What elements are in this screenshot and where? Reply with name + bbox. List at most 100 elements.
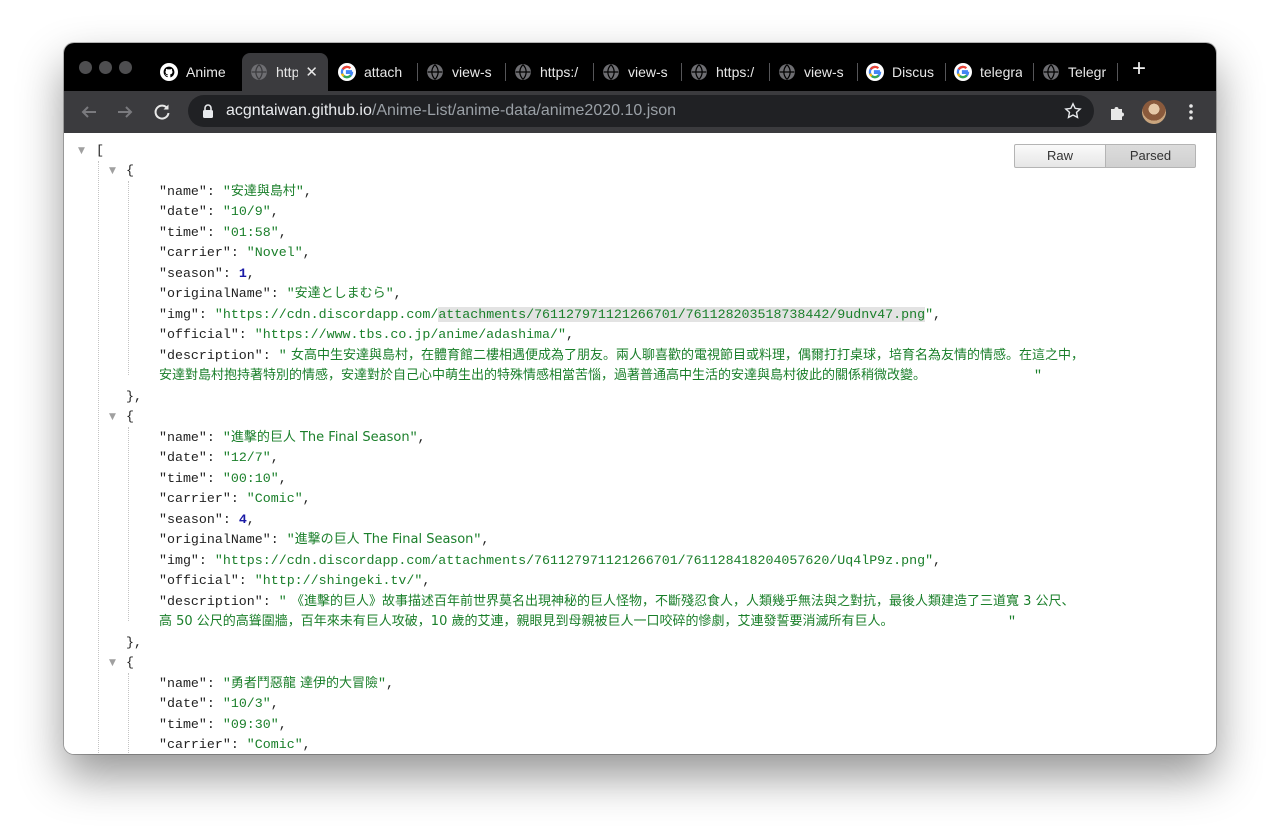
json-value[interactable]: https://cdn.discordapp.com/attachments/7…	[223, 553, 925, 568]
json-key: "name"	[159, 184, 207, 199]
address-bar[interactable]: acgntaiwan.github.io/Anime-List/anime-da…	[188, 95, 1094, 127]
globe-icon	[251, 64, 267, 80]
google-icon	[866, 63, 884, 81]
toolbar: acgntaiwan.github.io/Anime-List/anime-da…	[64, 91, 1216, 133]
tab-5[interactable]: https:/	[506, 53, 594, 91]
json-row: "date": "12/7",	[159, 450, 279, 465]
reload-icon[interactable]	[149, 99, 175, 125]
tab-separator	[1117, 63, 1118, 81]
back-icon[interactable]	[76, 99, 102, 125]
collapse-toggle-icon[interactable]: ▼	[109, 653, 116, 673]
json-key: "time"	[159, 471, 207, 486]
tab-9[interactable]: Discus	[858, 53, 946, 91]
raw-button[interactable]: Raw	[1014, 144, 1106, 168]
globe-icon	[427, 64, 443, 80]
tab-2-active[interactable]: http ✕	[242, 53, 328, 91]
zoom-window-button[interactable]	[119, 61, 132, 74]
json-row: "img": "https://cdn.discordapp.com/attac…	[159, 307, 942, 322]
json-value: 安達としまむら	[294, 286, 386, 301]
tab-1[interactable]: Anime	[152, 53, 240, 91]
json-value: 00:10	[230, 471, 271, 486]
object-open: {	[126, 163, 134, 178]
url-path: /Anime-List/anime-data/anime2020.10.json	[371, 102, 677, 119]
json-value: 安達與島村	[230, 184, 296, 199]
tab-8[interactable]: view-s	[770, 53, 858, 91]
json-value: 12/7	[230, 450, 263, 465]
json-row: "season": 1,	[159, 266, 255, 281]
lock-icon[interactable]	[202, 104, 214, 118]
json-row: "time": "09:30",	[159, 717, 287, 732]
tab-7[interactable]: https:/	[682, 53, 770, 91]
json-row: "description": "	[159, 594, 287, 609]
highlighted-selection[interactable]: attachments/761127971121266701/761128203…	[438, 307, 926, 322]
json-value: 10/9	[230, 204, 263, 219]
json-value: 01:58	[230, 225, 271, 240]
json-value: 進撃の巨人 The Final Season	[294, 532, 474, 547]
json-key: "description"	[159, 348, 263, 363]
json-value: 進擊的巨人 The Final Season	[230, 430, 410, 445]
json-value: 10/3	[230, 696, 263, 711]
json-row: "originalName": "安達としまむら",	[159, 286, 402, 301]
json-value: Comic	[254, 737, 295, 752]
new-tab-button[interactable]: +	[1132, 57, 1146, 81]
collapse-toggle-icon[interactable]: ▼	[78, 141, 85, 161]
object-open: {	[126, 655, 134, 670]
collapse-toggle-icon[interactable]: ▼	[109, 407, 116, 427]
tab-title: Telegr	[1068, 64, 1107, 80]
json-row: "carrier": "Comic",	[159, 737, 311, 752]
globe-icon	[1043, 64, 1059, 80]
github-icon	[160, 63, 178, 81]
tab-4[interactable]: view-s	[418, 53, 506, 91]
bookmark-star-icon[interactable]	[1064, 102, 1082, 120]
json-row: "carrier": "Comic",	[159, 491, 311, 506]
avatar[interactable]	[1142, 100, 1166, 124]
json-row: "name": "進擊的巨人 The Final Season",	[159, 430, 426, 445]
parsed-button[interactable]: Parsed	[1106, 144, 1196, 168]
json-key: "carrier"	[159, 491, 231, 506]
globe-icon	[779, 64, 795, 80]
json-row: "description": "	[159, 348, 287, 363]
json-value[interactable]: https://www.tbs.co.jp/anime/adashima/	[263, 327, 558, 342]
json-key: "name"	[159, 676, 207, 691]
json-value: 女高中生安達與島村，在體育館二樓相遇便成為了朋友。兩人聊喜歡的電視節目或料理，偶…	[291, 348, 1085, 363]
minimize-window-button[interactable]	[99, 61, 112, 74]
tab-title: telegra	[980, 64, 1022, 80]
json-key: "date"	[159, 204, 207, 219]
json-value[interactable]: https://cdn.discordapp.com/	[223, 307, 438, 322]
view-toggle: Raw Parsed	[1014, 144, 1196, 168]
menu-kebab-icon[interactable]	[1182, 102, 1200, 122]
json-key: "img"	[159, 307, 199, 322]
json-key: "time"	[159, 717, 207, 732]
tab-strip: Anime http ✕ attach view-s https:/ view-…	[64, 43, 1216, 91]
object-close: },	[126, 389, 142, 404]
json-key: "time"	[159, 225, 207, 240]
indent-guide	[128, 181, 129, 375]
tab-title: https:/	[540, 64, 579, 80]
json-root-open: [	[96, 143, 104, 158]
tab-11[interactable]: Telegr	[1034, 53, 1118, 91]
json-value: 勇者鬥惡龍 達伊的大冒險	[230, 676, 378, 691]
close-window-button[interactable]	[79, 61, 92, 74]
tab-title: attach	[364, 64, 403, 80]
url-text[interactable]: acgntaiwan.github.io/Anime-List/anime-da…	[226, 102, 676, 120]
tab-6[interactable]: view-s	[594, 53, 682, 91]
tab-title: http	[276, 64, 298, 80]
extensions-puzzle-icon[interactable]	[1108, 103, 1126, 121]
tab-title: Anime	[186, 64, 226, 80]
tab-10[interactable]: telegra	[946, 53, 1034, 91]
json-value[interactable]: http://shingeki.tv/	[263, 573, 415, 588]
tab-3[interactable]: attach	[330, 53, 418, 91]
object-open: {	[126, 409, 134, 424]
browser-window: Anime http ✕ attach view-s https:/ view-…	[64, 43, 1216, 754]
json-key: "date"	[159, 450, 207, 465]
indent-guide	[128, 673, 129, 754]
forward-icon[interactable]	[112, 99, 138, 125]
indent-guide	[128, 427, 129, 621]
json-value: 《進擊的巨人》故事描述百年前世界莫名出現神秘的巨人怪物，不斷殘忍食人，人類幾乎無…	[291, 594, 1075, 609]
tab-title: Discus	[892, 64, 934, 80]
json-key: "official"	[159, 573, 239, 588]
collapse-toggle-icon[interactable]: ▼	[109, 161, 116, 181]
close-tab-icon[interactable]: ✕	[305, 63, 318, 81]
json-key: "img"	[159, 553, 199, 568]
json-number: 4	[238, 512, 247, 527]
